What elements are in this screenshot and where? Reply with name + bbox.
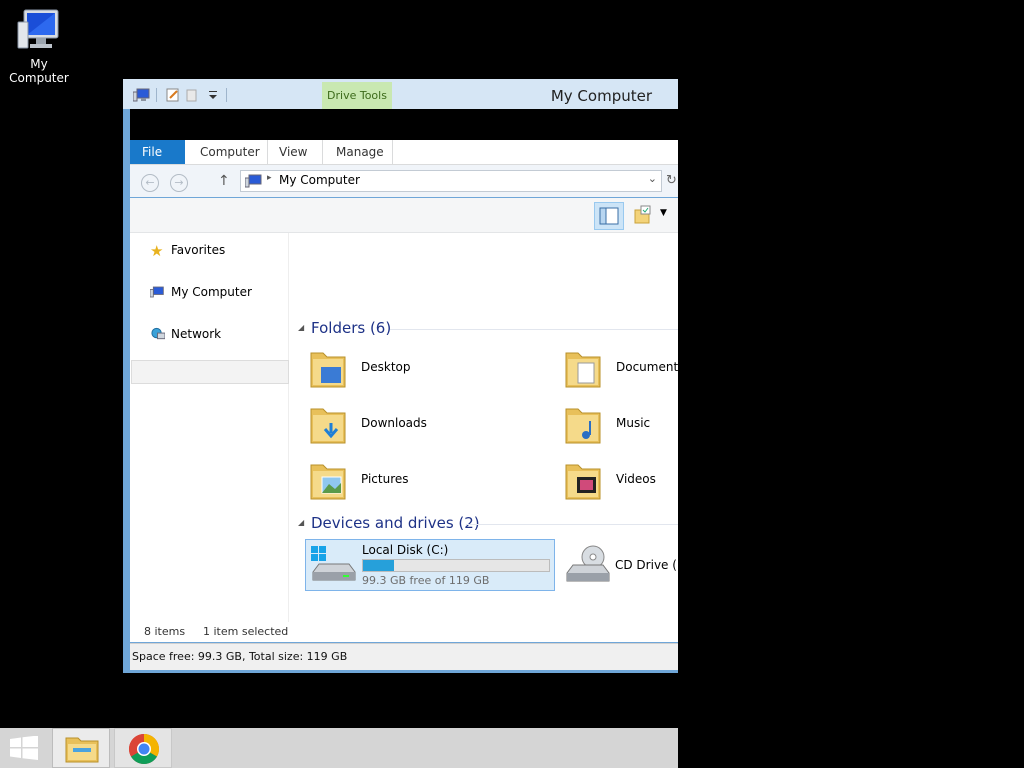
new-folder-icon[interactable] (186, 88, 198, 102)
cd-drive-icon (566, 545, 610, 582)
folder-item[interactable]: Downloads (305, 399, 545, 451)
properties-icon[interactable] (166, 88, 180, 102)
taskbar-file-explorer[interactable] (52, 728, 110, 768)
customize-chevron-icon[interactable] (207, 88, 219, 102)
computer-small-icon (245, 174, 262, 188)
section-divider (466, 524, 678, 525)
nav-label: My Computer (171, 285, 252, 299)
nav-item-my-computer-label[interactable]: My Computer (130, 281, 286, 303)
nav-item-favorites[interactable]: ★ Favorites (130, 239, 286, 261)
chrome-icon (128, 734, 160, 765)
collapse-folders-icon[interactable]: ◢ (298, 323, 304, 332)
drive-free-space: 99.3 GB free of 119 GB (362, 574, 490, 587)
content-area: ★ Favorites My Computer Network ◢ Folder… (130, 233, 678, 641)
up-button[interactable]: ↑ (218, 173, 230, 189)
drive-usage-fill (363, 560, 394, 571)
network-icon (151, 327, 165, 340)
tab-divider (322, 140, 323, 164)
computer-icon (17, 9, 59, 49)
nav-label: Favorites (171, 243, 226, 257)
folder-label: Desktop (361, 360, 411, 374)
drive-name: CD Drive (D: (615, 558, 678, 572)
windows-logo-icon (10, 736, 38, 760)
folder-label: Videos (616, 472, 656, 486)
drive-c-tile[interactable]: Local Disk (C:) 99.3 GB free of 119 GB (305, 539, 555, 591)
folder-documents-icon (565, 352, 601, 388)
view-tools-row: ▼ (130, 198, 678, 233)
section-folders-title[interactable]: Folders (6) (311, 319, 391, 337)
taskbar-chrome[interactable] (114, 728, 172, 768)
folder-videos-icon (565, 464, 601, 500)
tab-divider (392, 140, 393, 164)
back-button[interactable]: ← (141, 174, 159, 192)
desktop-icon-label: My Computer (9, 57, 69, 85)
computer-small-icon (150, 286, 164, 298)
window-title: My Computer (550, 87, 652, 105)
address-row: ← → ↑ ▸ My Computer ⌄ ↻ (130, 165, 678, 197)
explorer-window: Drive Tools My Computer File Computer Vi… (123, 79, 678, 673)
folder-item[interactable]: Pictures (305, 455, 545, 507)
ribbon-tabs: File Computer View Manage (130, 140, 678, 165)
refresh-icon[interactable]: ↻ (666, 173, 677, 188)
drive-d-tile[interactable]: CD Drive (D: (560, 539, 678, 589)
item-count: 8 items (144, 625, 186, 638)
folder-label: Pictures (361, 472, 409, 486)
pane-layout-icon (599, 207, 619, 225)
drive-usage-bar (362, 559, 550, 572)
folder-options-icon[interactable] (632, 204, 654, 226)
preview-pane-button[interactable] (594, 202, 624, 230)
section-divider (390, 329, 678, 330)
address-text: My Computer (279, 173, 360, 187)
taskbar (0, 728, 678, 768)
details-bar: Space free: 99.3 GB, Total size: 119 GB (130, 643, 678, 670)
status-bar: 8 items 1 item selected (130, 622, 678, 642)
folder-label: Downloads (361, 416, 427, 430)
folder-music-icon (565, 408, 601, 444)
folder-item[interactable]: Documents (560, 343, 678, 395)
address-dropdown-icon[interactable]: ⌄ (648, 172, 657, 185)
folder-item[interactable]: Music (560, 399, 678, 451)
folder-desktop-icon (310, 352, 346, 388)
folder-downloads-icon (310, 408, 346, 444)
collapse-devices-icon[interactable]: ◢ (298, 518, 304, 527)
contextual-tab-drive-tools: Drive Tools (322, 82, 392, 109)
tab-view[interactable]: View (267, 140, 319, 164)
section-devices-title[interactable]: Devices and drives (2) (311, 514, 480, 532)
folder-item[interactable]: Desktop (305, 343, 545, 395)
tab-computer[interactable]: Computer (188, 140, 272, 164)
computer-small-icon (133, 88, 150, 102)
space-details: Space free: 99.3 GB, Total size: 119 GB (132, 650, 348, 663)
selection-count: 1 item selected (203, 625, 289, 638)
folder-label: Music (616, 416, 651, 430)
start-button[interactable] (0, 728, 48, 768)
local-disk-icon (311, 546, 356, 581)
tab-file[interactable]: File (130, 140, 185, 164)
dropdown-arrow-icon[interactable]: ▼ (660, 208, 667, 218)
drive-name: Local Disk (C:) (362, 543, 449, 557)
star-icon: ★ (150, 242, 164, 260)
title-bar[interactable]: Drive Tools My Computer (123, 79, 678, 109)
navigation-pane: ★ Favorites My Computer Network (130, 233, 289, 641)
file-explorer-icon (65, 737, 99, 763)
nav-label: Network (171, 327, 222, 341)
folder-pictures-icon (310, 464, 346, 500)
address-bar[interactable]: ▸ My Computer ⌄ (240, 170, 662, 192)
title-area-dark (130, 109, 678, 140)
breadcrumb-chevron-icon: ▸ (267, 173, 272, 183)
nav-item-network[interactable]: Network (130, 323, 286, 345)
tab-manage[interactable]: Manage (324, 140, 396, 164)
folder-label: Documents (616, 360, 678, 374)
folder-item[interactable]: Videos (560, 455, 678, 507)
forward-button[interactable]: → (170, 174, 188, 192)
nav-item-my-computer[interactable] (131, 360, 289, 384)
desktop-icon-my-computer[interactable]: My Computer (0, 8, 78, 85)
